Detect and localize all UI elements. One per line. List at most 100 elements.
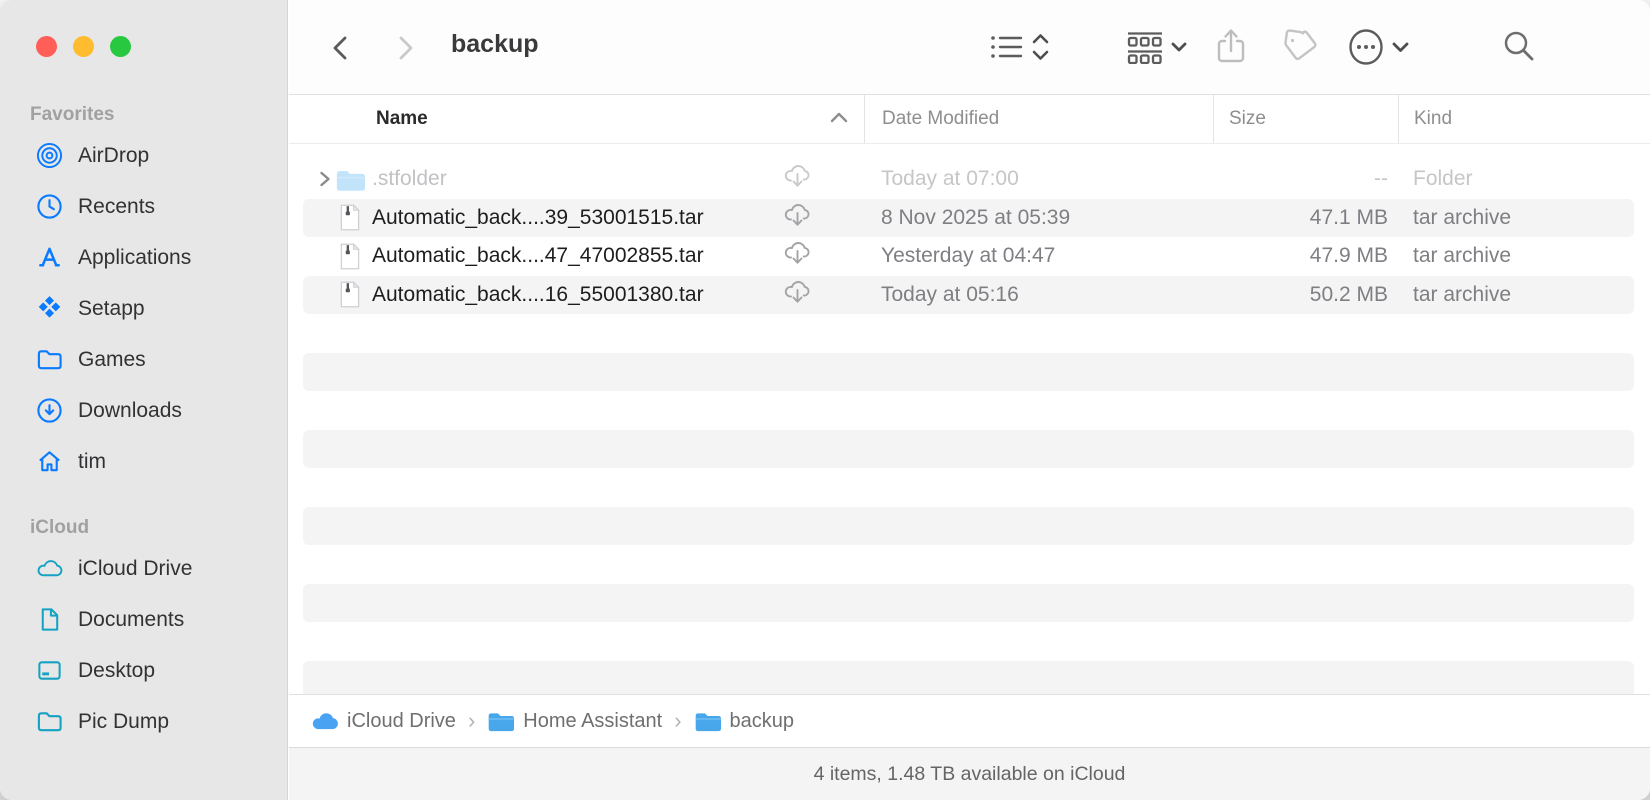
sidebar-item-label: Games: [78, 348, 146, 372]
clock-icon: [34, 192, 64, 222]
share-icon: [1214, 27, 1248, 67]
empty-row-stripe: [303, 622, 1634, 661]
path-separator: ›: [468, 708, 475, 734]
sidebar-section-label: Favorites: [0, 100, 287, 130]
appstore-icon: [34, 243, 64, 273]
sidebar-section-label: iCloud: [0, 513, 287, 543]
tar-archive-icon: [335, 280, 365, 310]
disclosure-chevron-icon[interactable]: [313, 169, 335, 189]
list-view-sort-button[interactable]: [989, 24, 1051, 70]
sidebar-item-label: Recents: [78, 195, 155, 219]
empty-row-stripe: [303, 353, 1634, 392]
cell-size: 50.2 MB: [1213, 283, 1398, 307]
sidebar-item-label: iCloud Drive: [78, 557, 192, 581]
path-segment-label: backup: [730, 710, 795, 733]
folder-outline-icon: [34, 707, 64, 737]
empty-row-stripe: [303, 468, 1634, 507]
sidebar-item-label: Downloads: [78, 399, 182, 423]
folder-icon: [335, 164, 365, 194]
cell-date-modified: Today at 07:00: [864, 167, 1213, 191]
icloud-download-icon[interactable]: [783, 163, 812, 195]
sidebar-item-desktop[interactable]: Desktop: [0, 645, 287, 696]
tar-archive-icon: [335, 203, 365, 233]
sidebar-section-favorites: FavoritesAirDrop Recents Applications Setap…: [0, 100, 287, 487]
file-row-automatic-back-39-53001515-tar[interactable]: Automatic_back....39_53001515.tar8 Nov 2…: [303, 199, 1634, 238]
setapp-icon: [34, 294, 64, 324]
path-segment-icloud-drive[interactable]: iCloud Drive: [311, 708, 456, 735]
downloads-icon: [34, 396, 64, 426]
sidebar-item-label: tim: [78, 450, 106, 474]
column-headers: Name Date Modified Size Kind: [289, 95, 1650, 144]
close-button[interactable]: [36, 36, 57, 57]
file-name: Automatic_back....47_47002855.tar: [372, 244, 704, 268]
sidebar-item-setapp[interactable]: Setapp: [0, 283, 287, 334]
forward-button[interactable]: [385, 28, 425, 68]
sidebar-item-airdrop[interactable]: AirDrop: [0, 130, 287, 181]
back-button[interactable]: [321, 28, 361, 68]
column-header-name[interactable]: Name: [289, 95, 864, 143]
airdrop-icon: [34, 141, 64, 171]
search-button[interactable]: [1501, 24, 1537, 70]
group-view-button[interactable]: [1125, 24, 1187, 70]
sidebar-item-games[interactable]: Games: [0, 334, 287, 385]
sidebar-item-recents[interactable]: Recents: [0, 181, 287, 232]
sidebar-item-tim[interactable]: tim: [0, 436, 287, 487]
sidebar-item-label: Applications: [78, 246, 191, 270]
zoom-button[interactable]: [110, 36, 131, 57]
tag-button[interactable]: [1279, 24, 1319, 70]
cell-size: 47.9 MB: [1213, 244, 1398, 268]
sidebar-item-icloud-drive[interactable]: iCloud Drive: [0, 543, 287, 594]
sidebar-item-label: Desktop: [78, 659, 155, 683]
search-icon: [1501, 29, 1537, 65]
sidebar-item-downloads[interactable]: Downloads: [0, 385, 287, 436]
file-name: .stfolder: [372, 167, 447, 191]
path-segment-home-assistant[interactable]: Home Assistant: [487, 708, 662, 735]
sidebar-sections: FavoritesAirDrop Recents Applications Setap…: [0, 100, 287, 747]
toolbar: backup: [289, 0, 1650, 95]
cell-kind: tar archive: [1398, 244, 1634, 268]
cell-date-modified: 8 Nov 2025 at 05:39: [864, 206, 1213, 230]
column-header-size[interactable]: Size: [1213, 95, 1398, 143]
cell-name: Automatic_back....16_55001380.tar: [303, 276, 864, 315]
sidebar-item-documents[interactable]: Documents: [0, 594, 287, 645]
forward-chevron-icon: [401, 38, 411, 58]
column-header-kind[interactable]: Kind: [1398, 95, 1650, 143]
folder-filled-icon: [694, 708, 721, 735]
share-button[interactable]: [1214, 24, 1248, 70]
cell-kind: tar archive: [1398, 206, 1634, 230]
file-row--stfolder[interactable]: .stfolder Today at 07:00--Folder: [303, 160, 1634, 199]
cell-date-modified: Yesterday at 04:47: [864, 244, 1213, 268]
path-separator: ›: [674, 708, 681, 734]
cell-size: --: [1213, 167, 1398, 191]
icloud-download-icon[interactable]: [783, 240, 812, 272]
empty-row-stripe: [303, 661, 1634, 695]
file-row-automatic-back-16-55001380-tar[interactable]: Automatic_back....16_55001380.tar Today a…: [303, 276, 1634, 315]
folder-outline-icon: [34, 345, 64, 375]
sidebar-item-pic-dump[interactable]: Pic Dump: [0, 696, 287, 747]
sidebar-item-applications[interactable]: Applications: [0, 232, 287, 283]
chevron-down-icon: [1173, 44, 1185, 50]
column-header-date-modified[interactable]: Date Modified: [864, 95, 1213, 143]
file-row-automatic-back-47-47002855-tar[interactable]: Automatic_back....47_47002855.tar Yesterd…: [303, 237, 1634, 276]
cell-date-modified: Today at 05:16: [864, 283, 1213, 307]
minimize-button[interactable]: [73, 36, 94, 57]
file-name: Automatic_back....16_55001380.tar: [372, 283, 704, 307]
empty-row-stripe: [303, 391, 1634, 430]
icloud-download-icon[interactable]: [783, 202, 812, 234]
sort-ascending-icon: [828, 108, 850, 130]
file-list: .stfolder Today at 07:00--Folder Automatic…: [289, 144, 1650, 694]
more-actions-button[interactable]: [1346, 24, 1412, 70]
cell-kind: Folder: [1398, 167, 1634, 191]
empty-row-stripe: [303, 430, 1634, 469]
document-icon: [34, 605, 64, 635]
cell-name: .stfolder: [303, 160, 864, 199]
icloud-download-icon[interactable]: [783, 279, 812, 311]
column-name-label: Name: [376, 108, 428, 130]
content-area: backup: [289, 0, 1650, 800]
home-icon: [34, 447, 64, 477]
cell-name: Automatic_back....39_53001515.tar: [303, 199, 864, 238]
path-segment-backup[interactable]: backup: [694, 708, 795, 735]
window-title: backup: [451, 30, 539, 59]
empty-row-stripe: [303, 507, 1634, 546]
traffic-lights: [36, 36, 131, 57]
